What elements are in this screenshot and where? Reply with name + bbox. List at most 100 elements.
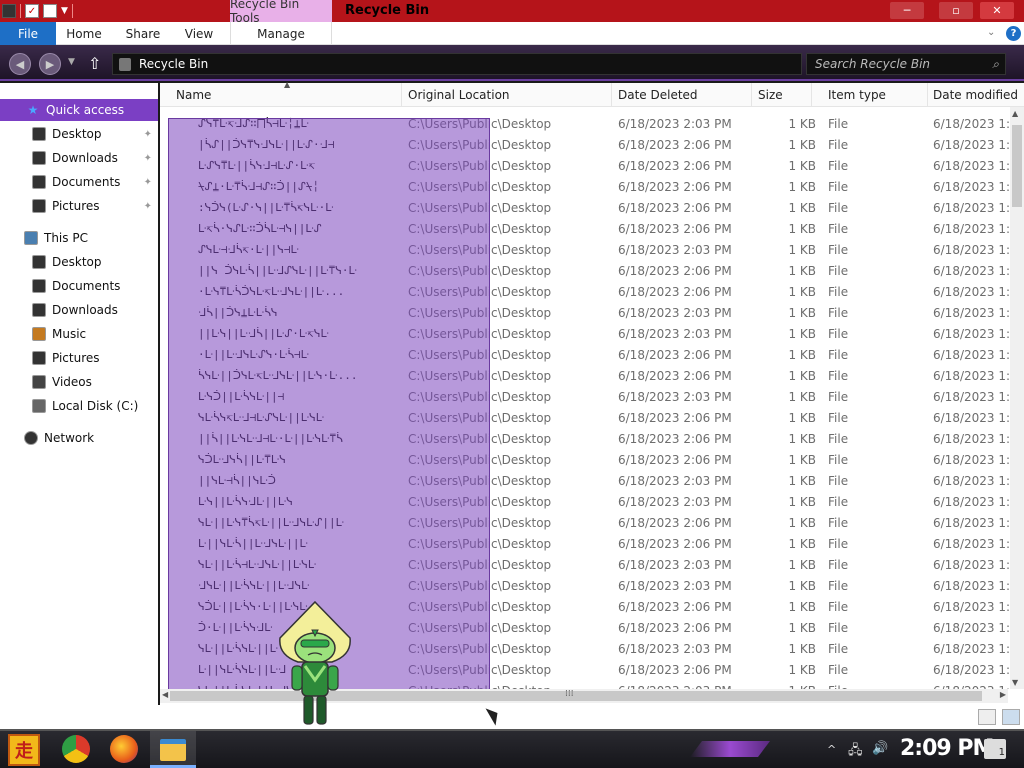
table-row[interactable]: ᓵᓭᒷ||ᑑᓭᒷ↸ᒷᒲᓭᒷ||ᒷᓭ·ᒷ... C:\Users\Public\De… xyxy=(160,365,1010,386)
system-clock[interactable]: 2:09 PM xyxy=(900,736,994,761)
table-row[interactable]: ||ᒷᓭ||ᒷᒲᓵ||ᒷᔑ·ᒷ↸ᓭᒷ C:\Users\Public\Deskto… xyxy=(160,323,1010,344)
taskbar-decoration xyxy=(690,741,770,757)
table-row[interactable]: ᒲᓵ||ᑑᓭ⍊ᒷᒷᓵᓭ C:\Users\Public\Desktop 6/18/2… xyxy=(160,302,1010,323)
tab-view[interactable]: View xyxy=(174,22,224,45)
minimize-button[interactable]: ─ xyxy=(890,2,924,19)
date-deleted: 6/18/2023 2:03 PM xyxy=(618,242,732,257)
nav-desktop[interactable]: Desktop xyxy=(0,251,158,273)
table-row[interactable]: |ᓵᔑ||ᑑᓭ⍑ᓭᒲᓭᒷ||ᒷᔑ·ᒲ⊣ C:\Users\Public\Deskt… xyxy=(160,134,1010,155)
chrome-icon[interactable] xyxy=(62,735,90,763)
firefox-icon[interactable] xyxy=(110,735,138,763)
column-size[interactable]: Size xyxy=(752,83,812,107)
nav-quick-access[interactable]: ★ Quick access xyxy=(0,99,158,121)
network-icon xyxy=(24,431,38,445)
table-row[interactable]: ||ᓵ||ᒷᓭᒷᒲ⊣ᒷ·ᒷ||ᒷᓭᒷ⍑ᓵ C:\Users\Public\Desk… xyxy=(160,428,1010,449)
network-tray-icon[interactable]: 🖧 xyxy=(848,741,863,763)
tab-home[interactable]: Home xyxy=(58,22,110,45)
table-row[interactable]: ᓭᒷ||ᒷᓭ⍑ᓵ↸ᒷ||ᒷᒲᓭᒷᔑ||ᒷ C:\Users\Public\Desk… xyxy=(160,512,1010,533)
back-button[interactable]: ◀ xyxy=(9,53,31,75)
nav-local-disk[interactable]: Local Disk (C:) xyxy=(0,395,158,417)
large-icons-view-button[interactable] xyxy=(1002,709,1020,725)
nav-music[interactable]: Music xyxy=(0,323,158,345)
customize-toolbar-chevron-icon[interactable]: ▼ xyxy=(61,6,68,16)
scroll-down-icon[interactable]: ▼ xyxy=(1012,678,1018,687)
table-row[interactable]: ᔑᓭᒷ⊣ᒲᓵ↸·ᒷ||ᓭ⊣ᒷ C:\Users\Public\Desktop 6/1… xyxy=(160,239,1010,260)
original-location: C:\Users\Public\Desktop xyxy=(408,368,552,383)
pictures-icon xyxy=(32,199,46,213)
tab-share[interactable]: Share xyxy=(116,22,170,45)
column-date-modified[interactable]: Date modified xyxy=(927,83,1024,107)
tab-manage[interactable]: Manage xyxy=(230,22,332,45)
date-modified: 6/18/2023 1:49 xyxy=(933,641,1010,656)
nav-videos[interactable]: Videos xyxy=(0,371,158,393)
table-row[interactable]: ᓭᒷ||ᒷᓵ⊣ᒷᒲᓭᒷ||ᒷᓭᒷ C:\Users\Public\Desktop 6… xyxy=(160,554,1010,575)
expand-ribbon-chevron-icon[interactable]: ⌄ xyxy=(987,27,995,38)
start-button[interactable]: 走 xyxy=(8,734,40,766)
table-row[interactable]: ᒷᔑᓭ⍑ᒷ||ᓵᓭᒲ⊣ᒷᔑ·ᒷ↸ C:\Users\Public\Desktop 6… xyxy=(160,155,1010,176)
item-type: File xyxy=(828,536,849,551)
date-deleted: 6/18/2023 2:03 PM xyxy=(618,641,732,656)
address-bar[interactable]: Recycle Bin xyxy=(112,53,802,75)
search-icon[interactable]: ⌕ xyxy=(992,57,999,72)
table-row[interactable]: ⍀ᔑ⍊·ᒷ⍑ᓵᒲ⊣ᔑ∷ᑑ||ᔑ⍀╎ C:\Users\Public\Desktop… xyxy=(160,176,1010,197)
date-deleted: 6/18/2023 2:06 PM xyxy=(618,431,732,446)
details-view-button[interactable] xyxy=(978,709,996,725)
toolbar-separator xyxy=(71,4,73,18)
recycle-bin-tools-tab[interactable]: Recycle Bin Tools xyxy=(230,0,332,25)
scroll-right-icon[interactable]: ▶ xyxy=(1000,690,1006,699)
date-modified: 6/18/2023 1:49 xyxy=(933,410,1010,425)
nav-pictures[interactable]: Pictures xyxy=(0,347,158,369)
app-icon[interactable] xyxy=(2,4,16,18)
table-row[interactable]: ᓭᑑᒷᒲᓭᓵ||ᒷ⍑ᒷᓭ C:\Users\Public\Desktop 6/18/… xyxy=(160,449,1010,470)
maximize-button[interactable]: ▫ xyxy=(939,2,973,19)
new-folder-icon[interactable] xyxy=(43,4,57,18)
table-row[interactable]: ·ᒷᓭ⍑ᒷᓵᑑᓭᒷ↸ᒷᒲᓭᒷ||ᒷ... C:\Users\Public\Desk… xyxy=(160,281,1010,302)
nav-pictures-pinned[interactable]: Pictures ✦ xyxy=(0,195,158,217)
column-original-location[interactable]: Original Location xyxy=(402,83,612,107)
original-location: C:\Users\Public\Desktop xyxy=(408,263,552,278)
nav-downloads[interactable]: Downloads xyxy=(0,299,158,321)
table-row[interactable]: :ᓭᑑᓭ(ᒷᔑ·ᓭ||ᒷ⍑ᓵ↸ᓭᒷ·ᒷ C:\Users\Public\Deskt… xyxy=(160,197,1010,218)
table-row[interactable]: ᒷᓭ||ᒷᓵᓭᒲᒷ||ᒷᓭ C:\Users\Public\Desktop 6/18… xyxy=(160,491,1010,512)
table-row[interactable]: ᒷᓭᑑ||ᒷᓵᓭᒷ||⊣ C:\Users\Public\Desktop 6/18/… xyxy=(160,386,1010,407)
search-input[interactable]: Search Recycle Bin ⌕ xyxy=(806,53,1006,75)
forward-button[interactable]: ▶ xyxy=(39,53,61,75)
scroll-left-icon[interactable]: ◀ xyxy=(162,690,168,699)
nav-network[interactable]: Network xyxy=(0,427,158,449)
show-hidden-icons-chevron-icon[interactable]: ^ xyxy=(827,743,836,756)
vertical-scroll-thumb[interactable] xyxy=(1012,125,1022,207)
nav-documents-pinned[interactable]: Documents ✦ xyxy=(0,171,158,193)
table-row[interactable]: ·ᒷ||ᒷᒲᓭᒷᔑᓭ·ᒷᓵ⊣ᒷ C:\Users\Public\Desktop 6/… xyxy=(160,344,1010,365)
help-button[interactable]: ? xyxy=(1006,26,1021,41)
close-button[interactable]: ✕ xyxy=(980,2,1014,19)
volume-icon[interactable]: 🔊 xyxy=(872,741,888,756)
scroll-up-icon[interactable]: ▲ xyxy=(1012,109,1018,118)
recent-locations-chevron-icon[interactable]: ▼ xyxy=(68,57,75,67)
nav-desktop-pinned[interactable]: Desktop ✦ xyxy=(0,123,158,145)
item-type: File xyxy=(828,326,849,341)
sort-ascending-icon: ▲ xyxy=(284,80,291,89)
vertical-scrollbar[interactable]: ▲ ▼ xyxy=(1010,107,1024,689)
column-item-type[interactable]: Item type xyxy=(822,83,928,107)
nav-documents[interactable]: Documents xyxy=(0,275,158,297)
notification-center-icon[interactable]: 1 xyxy=(984,739,1006,759)
table-row[interactable]: ᒲᓭᒷ||ᒷᓵᓭᒷ||ᒷᒲᓭᒷ C:\Users\Public\Desktop 6/… xyxy=(160,575,1010,596)
properties-icon[interactable]: ✓ xyxy=(25,4,39,18)
desktop-mascot-character[interactable] xyxy=(272,600,358,730)
table-row[interactable]: ᔑᓭ⍑ᒷ↸ᒲᔑ∷⨅ᓵ⊣ᒷ╎⍊ᒷ C:\Users\Public\Desktop 6/… xyxy=(160,113,1010,134)
file-explorer-icon[interactable] xyxy=(160,739,186,761)
table-row[interactable]: ||ᓭ ᑑᓭᒷᓵ||ᒷᒲᔑᓭᒷ||ᒷ⍑ᓭ·ᒷ C:\Users\Public\De… xyxy=(160,260,1010,281)
table-row[interactable]: ᒷ||ᓭᒷᓵ||ᒷᒲᓭᒷ||ᒷ C:\Users\Public\Desktop 6/… xyxy=(160,533,1010,554)
item-type: File xyxy=(828,410,849,425)
nav-this-pc[interactable]: This PC xyxy=(0,227,158,249)
up-arrow-icon[interactable]: ⇧ xyxy=(88,54,101,73)
table-row[interactable]: ||ᓭᒷ⊣ᓵ||ᓭᒷᑑ C:\Users\Public\Desktop 6/18/2… xyxy=(160,470,1010,491)
tab-file[interactable]: File xyxy=(0,22,56,45)
item-type: File xyxy=(828,347,849,362)
table-row[interactable]: ᒷ↸ᓵ·ᓭᔑᒷ∷ᑑᓵᒷ⊣ᓭ||ᒷᔑ C:\Users\Public\Desktop… xyxy=(160,218,1010,239)
table-row[interactable]: ᓭᒷᓵᓭ↸ᒷᒲ⊣ᒷᔑᓭᒷ||ᒷᓭᒷ C:\Users\Public\Desktop… xyxy=(160,407,1010,428)
column-date-deleted[interactable]: Date Deleted xyxy=(612,83,752,107)
original-location: C:\Users\Public\Desktop xyxy=(408,410,552,425)
nav-downloads-pinned[interactable]: Downloads ✦ xyxy=(0,147,158,169)
item-type: File xyxy=(828,368,849,383)
